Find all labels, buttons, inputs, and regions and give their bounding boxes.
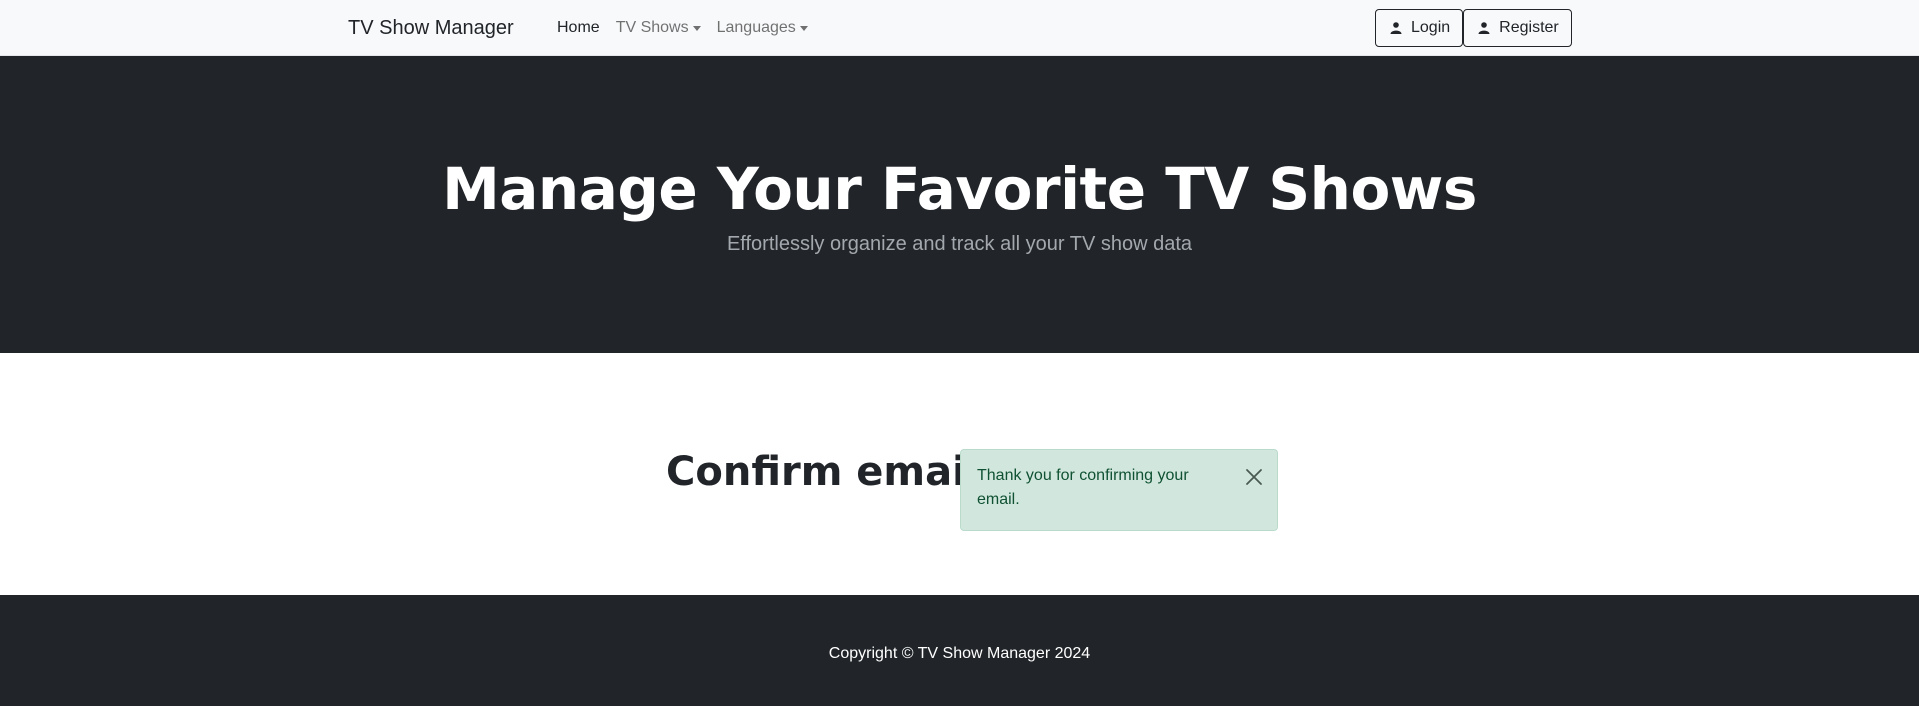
login-button[interactable]: Login — [1375, 9, 1464, 47]
caret-down-icon — [799, 25, 808, 31]
top-navbar: TV Show Manager Home TV Shows Languages … — [0, 0, 1919, 56]
nav-tv-shows-label: TV Shows — [615, 19, 689, 36]
main-content: Confirm email Thank you for confirming y… — [0, 353, 1919, 595]
nav-languages-dropdown[interactable]: Languages — [717, 18, 808, 38]
nav-home-label: Home — [557, 19, 600, 36]
success-alert: Thank you for confirming your email. — [960, 449, 1278, 531]
brand-link[interactable]: TV Show Manager — [348, 15, 514, 41]
page-title: Confirm email — [666, 449, 980, 495]
page-footer: Copyright © TV Show Manager 2024 — [0, 595, 1919, 706]
login-label: Login — [1411, 19, 1451, 36]
nav-tv-shows-dropdown[interactable]: TV Shows — [616, 18, 701, 38]
nav-languages-label: Languages — [716, 19, 796, 36]
nav-links: Home TV Shows Languages — [557, 18, 808, 38]
register-label: Register — [1499, 19, 1559, 36]
nav-home[interactable]: Home — [557, 18, 600, 38]
user-icon — [1390, 22, 1402, 34]
hero-subtitle: Effortlessly organize and track all your… — [726, 233, 1193, 255]
auth-buttons: Login Register — [1375, 9, 1572, 47]
hero-title: Manage Your Favorite TV Shows — [442, 155, 1477, 223]
register-button[interactable]: Register — [1463, 9, 1572, 47]
alert-message: Thank you for confirming your email. — [977, 467, 1189, 508]
footer-copyright: Copyright © TV Show Manager 2024 — [828, 645, 1091, 662]
caret-down-icon — [692, 25, 701, 31]
close-icon[interactable] — [1245, 468, 1263, 486]
hero-banner: Manage Your Favorite TV Shows Effortless… — [0, 56, 1919, 353]
user-icon — [1478, 22, 1490, 34]
